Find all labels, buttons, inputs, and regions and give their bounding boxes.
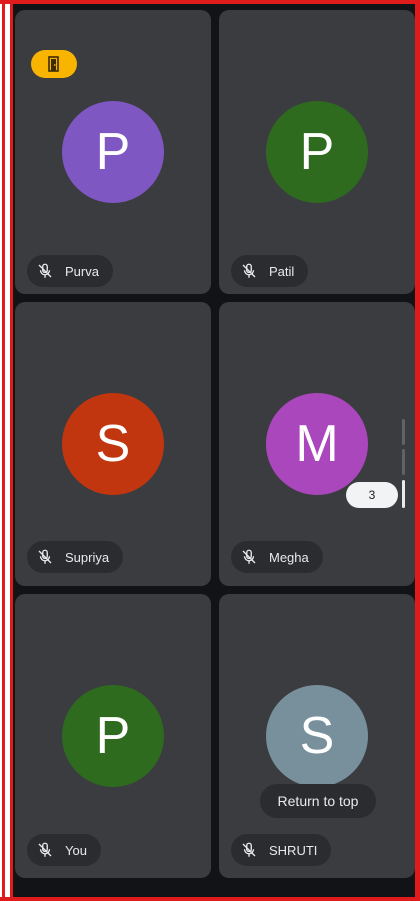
- participant-name: Patil: [269, 263, 295, 279]
- scrollbar-thumb[interactable]: [402, 480, 405, 508]
- name-chip: Megha: [231, 541, 323, 573]
- name-chip: Supriya: [27, 541, 124, 573]
- page-indicator: 3: [346, 482, 398, 508]
- participant-tile-supriya[interactable]: S Supriya: [15, 302, 211, 586]
- participant-tile-you[interactable]: P You: [15, 594, 211, 878]
- mic-off-icon: [33, 545, 57, 569]
- avatar: S: [62, 393, 164, 495]
- avatar-initial: P: [95, 123, 131, 181]
- participant-tile-purva[interactable]: P Purva: [15, 10, 211, 294]
- scrollbar-segment: [402, 419, 405, 445]
- avatar-initial: P: [299, 123, 335, 181]
- name-chip: Patil: [231, 255, 309, 287]
- door-exit-icon: [48, 56, 59, 72]
- screenshot-frame: P Purva P Patil S Supriya M Megha P You …: [0, 0, 420, 901]
- frame-border-bottom: [0, 897, 420, 901]
- badge-chip: [31, 50, 77, 78]
- participant-name: Supriya: [65, 549, 110, 565]
- avatar-initial: S: [299, 707, 335, 765]
- name-chip: SHRUTI: [231, 834, 332, 866]
- name-chip: You: [27, 834, 101, 866]
- frame-border-left: [0, 0, 13, 901]
- avatar-initial: S: [95, 415, 131, 473]
- participant-name: Purva: [65, 263, 99, 279]
- meeting-grid: P Purva P Patil S Supriya M Megha P You …: [13, 4, 415, 897]
- avatar: P: [62, 101, 164, 203]
- participant-tile-megha[interactable]: M Megha: [219, 302, 415, 586]
- mic-off-icon: [237, 545, 261, 569]
- mic-off-icon: [237, 838, 261, 862]
- avatar: P: [62, 685, 164, 787]
- avatar: S: [266, 685, 368, 787]
- mic-off-icon: [237, 259, 261, 283]
- scrollbar-segment: [402, 449, 405, 475]
- return-to-top-button[interactable]: Return to top: [260, 784, 376, 818]
- participant-tile-shruti[interactable]: S SHRUTI: [219, 594, 415, 878]
- avatar-initial: M: [295, 415, 339, 473]
- avatar-initial: P: [95, 707, 131, 765]
- name-chip: Purva: [27, 255, 113, 287]
- avatar: P: [266, 101, 368, 203]
- participant-name: You: [65, 842, 87, 858]
- participant-tile-patil[interactable]: P Patil: [219, 10, 415, 294]
- avatar: M: [266, 393, 368, 495]
- mic-off-icon: [33, 838, 57, 862]
- participant-name: SHRUTI: [269, 842, 318, 858]
- frame-border-right: [415, 0, 420, 901]
- mic-off-icon: [33, 259, 57, 283]
- participant-name: Megha: [269, 549, 309, 565]
